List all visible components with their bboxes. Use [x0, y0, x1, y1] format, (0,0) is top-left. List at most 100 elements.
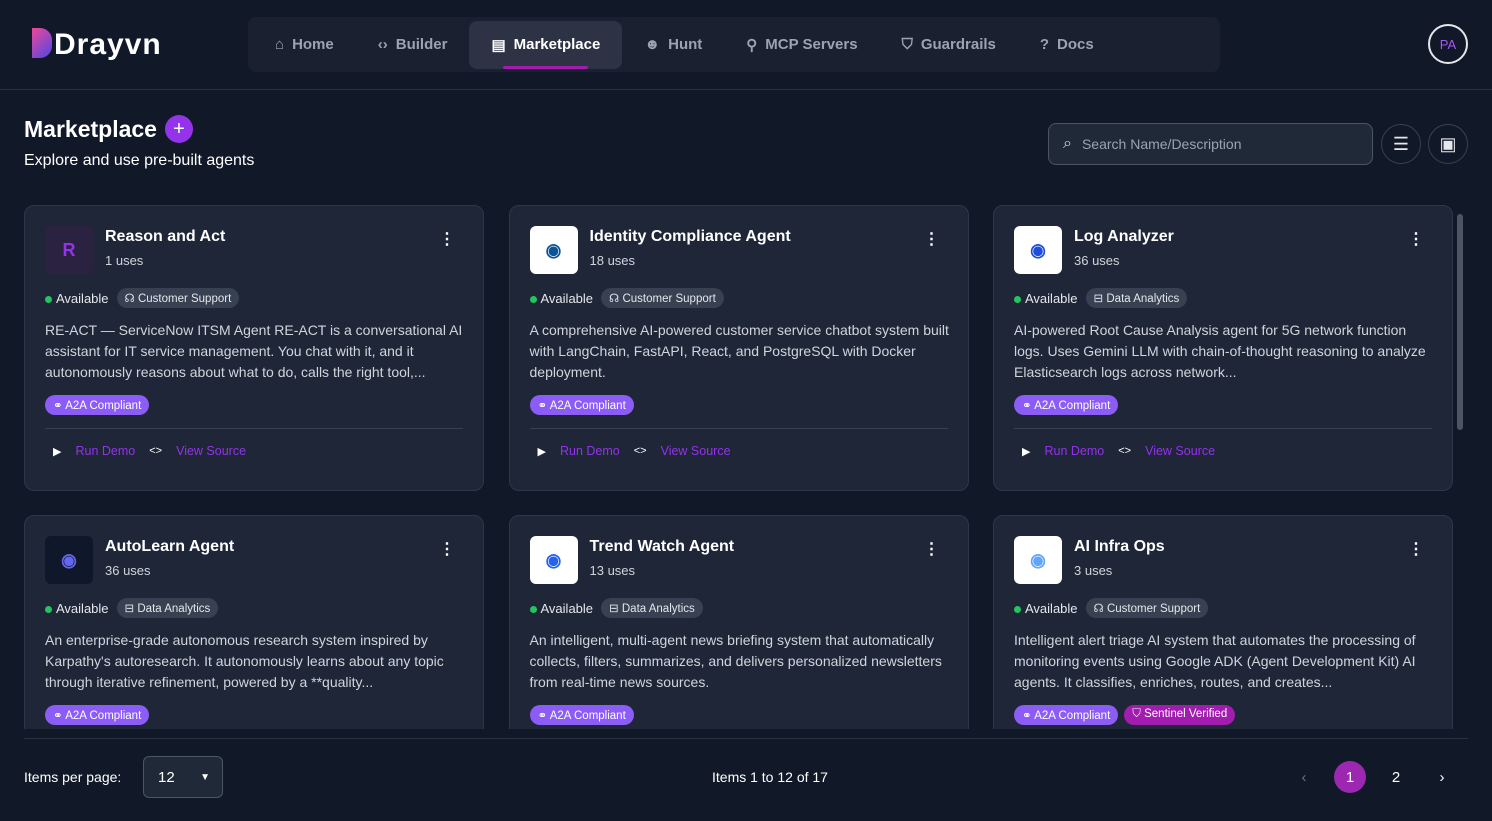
page-button[interactable]: 1: [1334, 761, 1366, 793]
code-icon[interactable]: <>: [1118, 445, 1131, 457]
agent-card[interactable]: ◉ AI Infra Ops 3 uses ⋮ Available ☊ Custo…: [993, 515, 1453, 729]
mcp-servers-icon: ⚲: [746, 36, 758, 54]
add-agent-button[interactable]: +: [164, 115, 193, 143]
run-demo-link[interactable]: Run Demo: [75, 444, 135, 458]
status: Available: [1014, 291, 1078, 306]
view-source-link[interactable]: View Source: [176, 444, 246, 458]
badge: ⚭ A2A Compliant: [45, 705, 150, 725]
agent-card[interactable]: ◉ Identity Compliance Agent 18 uses ⋮ Av…: [508, 205, 969, 491]
agent-card[interactable]: ◉ Trend Watch Agent 13 uses ⋮ Available ⊟…: [508, 515, 969, 729]
nav-marketplace[interactable]: ▤ Marketplace: [469, 20, 623, 69]
brand-name: Drayvn: [54, 28, 162, 61]
category-label: Data Analytics: [137, 603, 211, 615]
items-per-page-select[interactable]: 12 ▼: [143, 756, 223, 798]
nav-docs[interactable]: ? Docs: [1018, 21, 1116, 69]
agent-grid: R Reason and Act 1 uses ⋮ Available ☊ Cus…: [24, 205, 1454, 729]
status-dot: [1014, 295, 1021, 303]
top-bar: Drayvn ⌂ Home ‹› Builder ▤ Marketplace ☻ Hunt ⚲ M…: [0, 0, 1492, 90]
agent-uses: 36 uses: [1074, 253, 1120, 268]
main-nav: ⌂ Home ‹› Builder ▤ Marketplace ☻ Hunt ⚲ MCP Serv…: [248, 17, 1220, 72]
category-label: Data Analytics: [621, 603, 695, 615]
shield-icon: ⛉: [1132, 708, 1141, 720]
badge-label: A2A Compliant: [549, 400, 626, 412]
play-icon[interactable]: ▶: [1022, 445, 1030, 458]
search-box[interactable]: ⌕: [1048, 123, 1373, 165]
agent-card[interactable]: ◉ Log Analyzer 36 uses ⋮ Available ⊟ Data…: [993, 205, 1453, 491]
run-demo-link[interactable]: Run Demo: [560, 444, 620, 458]
agent-card[interactable]: R Reason and Act 1 uses ⋮ Available ☊ Cus…: [24, 205, 484, 491]
code-icon[interactable]: <>: [149, 445, 162, 457]
badges: ⚭ A2A Compliant ⛉ Sentinel Verified: [1014, 705, 1236, 725]
agent-name[interactable]: AI Infra Ops: [1074, 538, 1165, 556]
nav-hunt[interactable]: ☻ Hunt: [622, 21, 724, 69]
status-dot: [529, 605, 537, 613]
status: Available: [529, 291, 593, 306]
hunt-icon: ☻: [644, 36, 661, 53]
prev-page-button[interactable]: ‹: [1288, 761, 1320, 793]
play-icon[interactable]: ▶: [538, 445, 546, 458]
agent-thumbnail: ◉: [1014, 226, 1062, 274]
nav-guardrails[interactable]: ⛉ Guardrails: [880, 21, 1018, 69]
avatar[interactable]: PA: [1428, 24, 1468, 64]
items-per-page-value: 12: [158, 768, 175, 786]
status-text: Available: [1025, 600, 1078, 616]
more-options-icon[interactable]: ⋮: [924, 232, 940, 248]
status-text: Available: [1025, 290, 1078, 306]
link-icon: ⚭: [53, 400, 63, 412]
status-dot: [45, 605, 52, 613]
badges: ⚭ A2A Compliant: [45, 705, 150, 725]
database-icon: ⊟: [609, 603, 619, 615]
run-demo-link[interactable]: Run Demo: [1044, 444, 1104, 458]
agent-card[interactable]: ◉ AutoLearn Agent 36 uses ⋮ Available ⊟ D…: [24, 515, 484, 729]
play-icon[interactable]: ▶: [53, 445, 61, 458]
nav-builder[interactable]: ‹› Builder: [356, 21, 470, 69]
category-label: Data Analytics: [1106, 293, 1180, 305]
status: Available: [45, 291, 109, 306]
pagination: ‹ 1 2 ›: [1288, 761, 1458, 793]
badge: ⚭ A2A Compliant: [529, 705, 634, 725]
badges: ⚭ A2A Compliant: [529, 395, 634, 415]
page-subtitle: Explore and use pre-built agents: [24, 152, 255, 169]
search-input[interactable]: [1081, 136, 1342, 152]
badge: ⚭ A2A Compliant: [45, 395, 150, 415]
page-button[interactable]: 2: [1380, 761, 1412, 793]
agent-image-icon: ◉: [545, 239, 562, 260]
filter-button[interactable]: ☰: [1381, 124, 1421, 164]
status: Available: [529, 601, 593, 616]
code-icon[interactable]: <>: [634, 445, 647, 457]
archive-button[interactable]: ▣: [1428, 124, 1468, 164]
status-dot: [1014, 605, 1021, 613]
more-options-icon[interactable]: ⋮: [1408, 542, 1424, 558]
badges: ⚭ A2A Compliant: [529, 705, 634, 725]
badge: ⚭ A2A Compliant: [1014, 395, 1119, 415]
agent-thumbnail: ◉: [529, 226, 578, 274]
more-options-icon[interactable]: ⋮: [439, 232, 455, 248]
more-options-icon[interactable]: ⋮: [1408, 232, 1424, 248]
agent-name[interactable]: Log Analyzer: [1074, 228, 1174, 246]
nav-label: Docs: [1057, 36, 1094, 53]
docs-icon: ?: [1039, 36, 1050, 53]
guardrails-icon: ⛉: [901, 36, 913, 53]
next-page-button[interactable]: ›: [1426, 761, 1458, 793]
nav-label: Guardrails: [920, 36, 996, 53]
nav-home[interactable]: ⌂ Home: [253, 21, 356, 69]
brand-logo[interactable]: Drayvn: [32, 28, 162, 62]
scrollbar-thumb[interactable]: [1457, 214, 1463, 430]
agent-name[interactable]: AutoLearn Agent: [105, 538, 234, 556]
link-icon: ⚭: [1022, 400, 1032, 412]
category-tag: ☊ Customer Support: [116, 288, 240, 308]
badges: ⚭ A2A Compliant: [1014, 395, 1119, 415]
link-icon: ⚭: [537, 400, 548, 412]
view-source-link[interactable]: View Source: [661, 444, 731, 458]
more-options-icon[interactable]: ⋮: [924, 542, 940, 558]
agent-name[interactable]: Reason and Act: [105, 228, 225, 246]
agent-name[interactable]: Identity Compliance Agent: [590, 228, 791, 246]
agent-thumbnail: R: [45, 226, 93, 274]
view-source-link[interactable]: View Source: [1145, 444, 1215, 458]
nav-mcp-servers[interactable]: ⚲ MCP Servers: [724, 21, 879, 69]
agent-description: Intelligent alert triage AI system that …: [1014, 632, 1416, 690]
more-options-icon[interactable]: ⋮: [439, 542, 455, 558]
badge: ⚭ A2A Compliant: [1014, 705, 1119, 725]
agent-name[interactable]: Trend Watch Agent: [590, 538, 735, 556]
category-tag: ⊟ Data Analytics: [601, 598, 703, 618]
